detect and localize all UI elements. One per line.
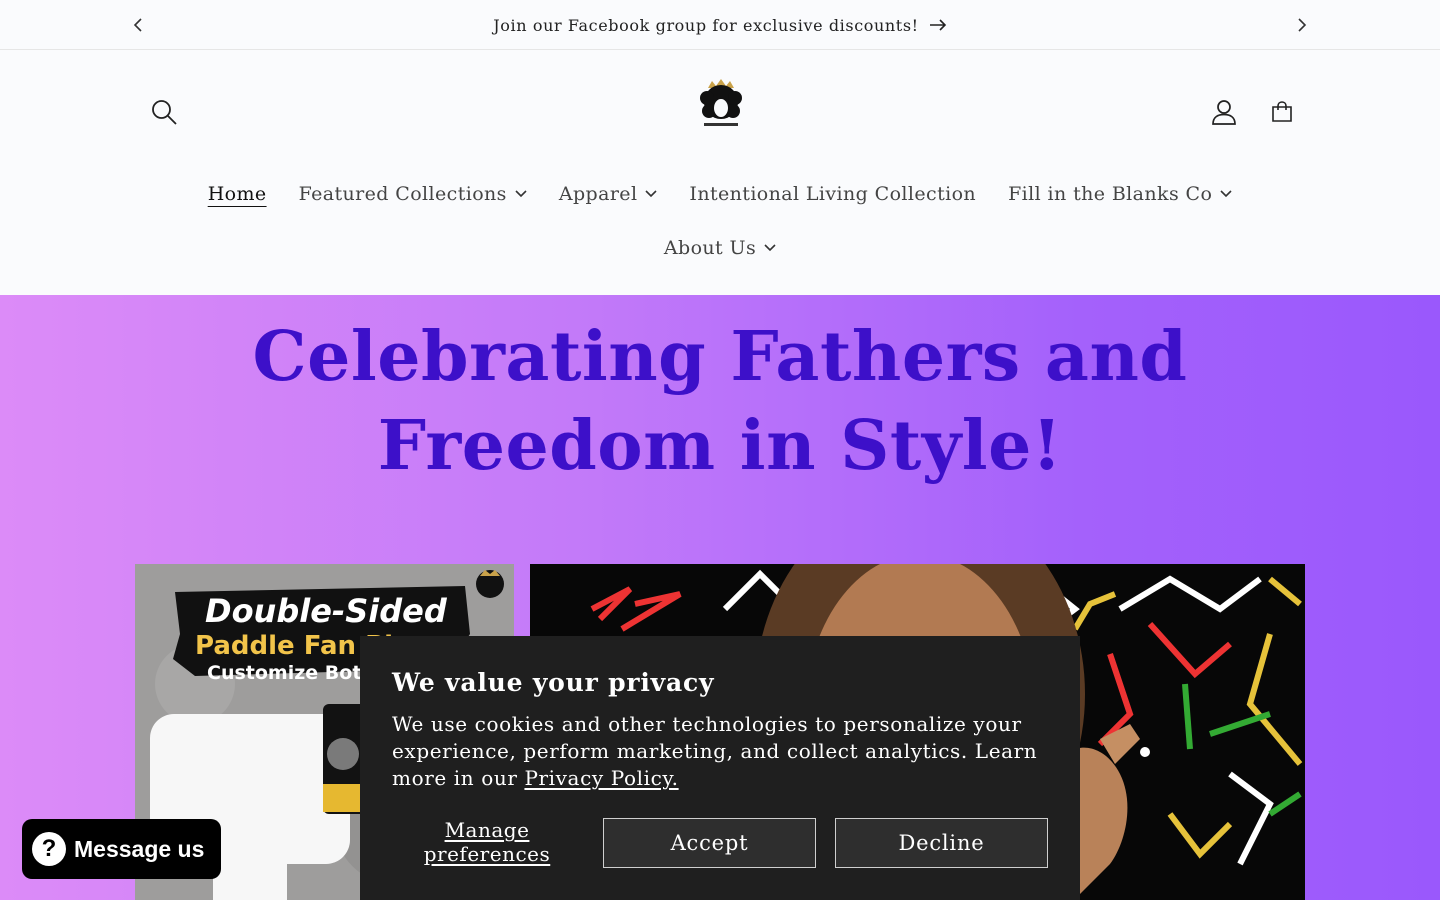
account-button[interactable]	[1206, 94, 1242, 130]
decline-button[interactable]: Decline	[835, 818, 1048, 868]
cookie-heading: We value your privacy	[392, 668, 715, 697]
site-header: Home Featured Collections Apparel Intent…	[0, 50, 1440, 295]
nav-item-home[interactable]: Home	[192, 183, 283, 205]
nav-item-intentional-living[interactable]: Intentional Living Collection	[673, 183, 992, 205]
hero-title: Celebrating Fathers and Freedom in Style…	[220, 313, 1220, 491]
chevron-right-icon	[1298, 18, 1307, 32]
cookie-consent-banner: We value your privacy We use cookies and…	[360, 636, 1080, 900]
nav-item-label: Featured Collections	[298, 183, 507, 205]
cart-button[interactable]	[1264, 94, 1300, 130]
afro-crown-logo-icon	[700, 79, 742, 126]
accept-button[interactable]: Accept	[603, 818, 816, 868]
nav-item-featured-collections[interactable]: Featured Collections	[283, 183, 543, 205]
site-logo[interactable]	[694, 78, 748, 134]
cookie-actions: Manage preferences Accept Decline	[392, 818, 1048, 868]
announcement-link[interactable]: Join our Facebook group for exclusive di…	[320, 0, 1120, 50]
announcement-next-button[interactable]	[1290, 13, 1314, 37]
user-icon	[1212, 100, 1236, 125]
manage-line-1: Manage	[444, 818, 530, 842]
hero-title-line-1: Celebrating Fathers and	[252, 317, 1188, 397]
chevron-down-icon	[1220, 190, 1232, 198]
search-button[interactable]	[146, 94, 182, 130]
chevron-down-icon	[645, 190, 657, 198]
privacy-policy-link[interactable]: Privacy Policy.	[524, 766, 678, 790]
cookie-body-text: We use cookies and other technologies to…	[392, 712, 1038, 790]
nav-item-label: Home	[207, 183, 267, 205]
nav-item-label: About Us	[663, 237, 757, 259]
arrow-right-icon	[929, 19, 946, 31]
hero-title-line-2: Freedom in Style!	[377, 406, 1063, 486]
announcement-bar: Join our Facebook group for exclusive di…	[0, 0, 1440, 50]
nav-item-apparel[interactable]: Apparel	[543, 183, 674, 205]
cookie-body: We use cookies and other technologies to…	[392, 711, 1052, 792]
nav-item-label: Intentional Living Collection	[689, 183, 977, 205]
manage-line-2: preferences	[423, 842, 551, 866]
nav-item-about-us[interactable]: About Us	[648, 237, 792, 259]
announcement-text: Join our Facebook group for exclusive di…	[493, 15, 919, 35]
manage-preferences-link[interactable]: Manage preferences	[392, 818, 582, 868]
message-us-label: Message us	[74, 835, 205, 862]
nav-item-fill-in-the-blanks[interactable]: Fill in the Blanks Co	[992, 183, 1248, 205]
chevron-down-icon	[764, 244, 776, 252]
nav-item-label: Fill in the Blanks Co	[1008, 183, 1213, 205]
shopping-bag-icon	[1272, 101, 1292, 122]
message-us-button[interactable]: ? Message us	[22, 819, 221, 879]
nav-item-label: Apparel	[558, 183, 638, 205]
help-question-icon: ?	[32, 832, 66, 866]
card-line-1: Double-Sided	[205, 592, 448, 630]
chevron-left-icon	[133, 18, 142, 32]
announcement-prev-button[interactable]	[126, 13, 150, 37]
chevron-down-icon	[515, 190, 527, 198]
main-navigation: Home Featured Collections Apparel Intent…	[0, 170, 1440, 272]
search-icon	[152, 100, 177, 125]
